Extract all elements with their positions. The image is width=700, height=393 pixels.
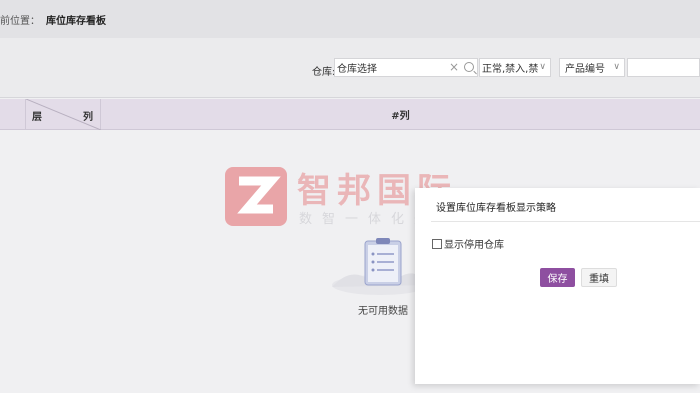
breadcrumb-prefix: 前位置： bbox=[0, 15, 40, 27]
product-field-value: 产品编号 bbox=[565, 64, 605, 75]
empty-state-text: 无可用数据 bbox=[358, 306, 408, 317]
warehouse-input-value: 仓库选择 bbox=[337, 64, 377, 75]
warehouse-input[interactable]: 仓库选择 × bbox=[334, 58, 478, 77]
dialog-divider bbox=[431, 221, 700, 222]
status-select-value: 正常,禁入,禁 bbox=[482, 64, 539, 75]
checkbox-label: 显示停用仓库 bbox=[444, 240, 504, 251]
table-header: 层 列 #列 bbox=[0, 99, 700, 130]
chevron-down-icon: ∨ bbox=[539, 62, 546, 72]
status-select[interactable]: 正常,禁入,禁 ∨ bbox=[479, 58, 551, 77]
checkbox-box[interactable] bbox=[432, 238, 442, 249]
show-disabled-warehouse-checkbox[interactable]: 显示停用仓库 bbox=[432, 236, 504, 251]
save-button[interactable]: 保存 bbox=[540, 268, 575, 287]
clear-icon[interactable]: × bbox=[449, 60, 459, 74]
reset-button[interactable]: 重填 bbox=[581, 268, 617, 287]
display-strategy-dialog: 设置库位库存看板显示策略 显示停用仓库 保存 重填 bbox=[415, 188, 700, 384]
product-search-input[interactable] bbox=[627, 58, 700, 77]
search-icon[interactable] bbox=[464, 62, 474, 72]
filter-bar: 仓库: 仓库选择 × 正常,禁入,禁 ∨ 产品编号 ∨ bbox=[0, 38, 700, 98]
corner-row-label: 层 bbox=[32, 112, 42, 123]
table-corner-cell: 层 列 bbox=[26, 99, 101, 130]
breadcrumb-current: 库位库存看板 bbox=[46, 15, 106, 27]
dialog-title: 设置库位库存看板显示策略 bbox=[436, 203, 556, 214]
product-field-select[interactable]: 产品编号 ∨ bbox=[559, 58, 625, 77]
warehouse-label: 仓库: bbox=[312, 67, 336, 78]
watermark-logo-icon bbox=[225, 167, 287, 226]
chevron-down-icon: ∨ bbox=[613, 62, 620, 72]
breadcrumb: 前位置： 库位库存看板 bbox=[0, 0, 700, 38]
corner-col-label: 列 bbox=[83, 112, 93, 123]
table-header-gap bbox=[0, 99, 26, 130]
column-header: #列 bbox=[391, 111, 410, 122]
